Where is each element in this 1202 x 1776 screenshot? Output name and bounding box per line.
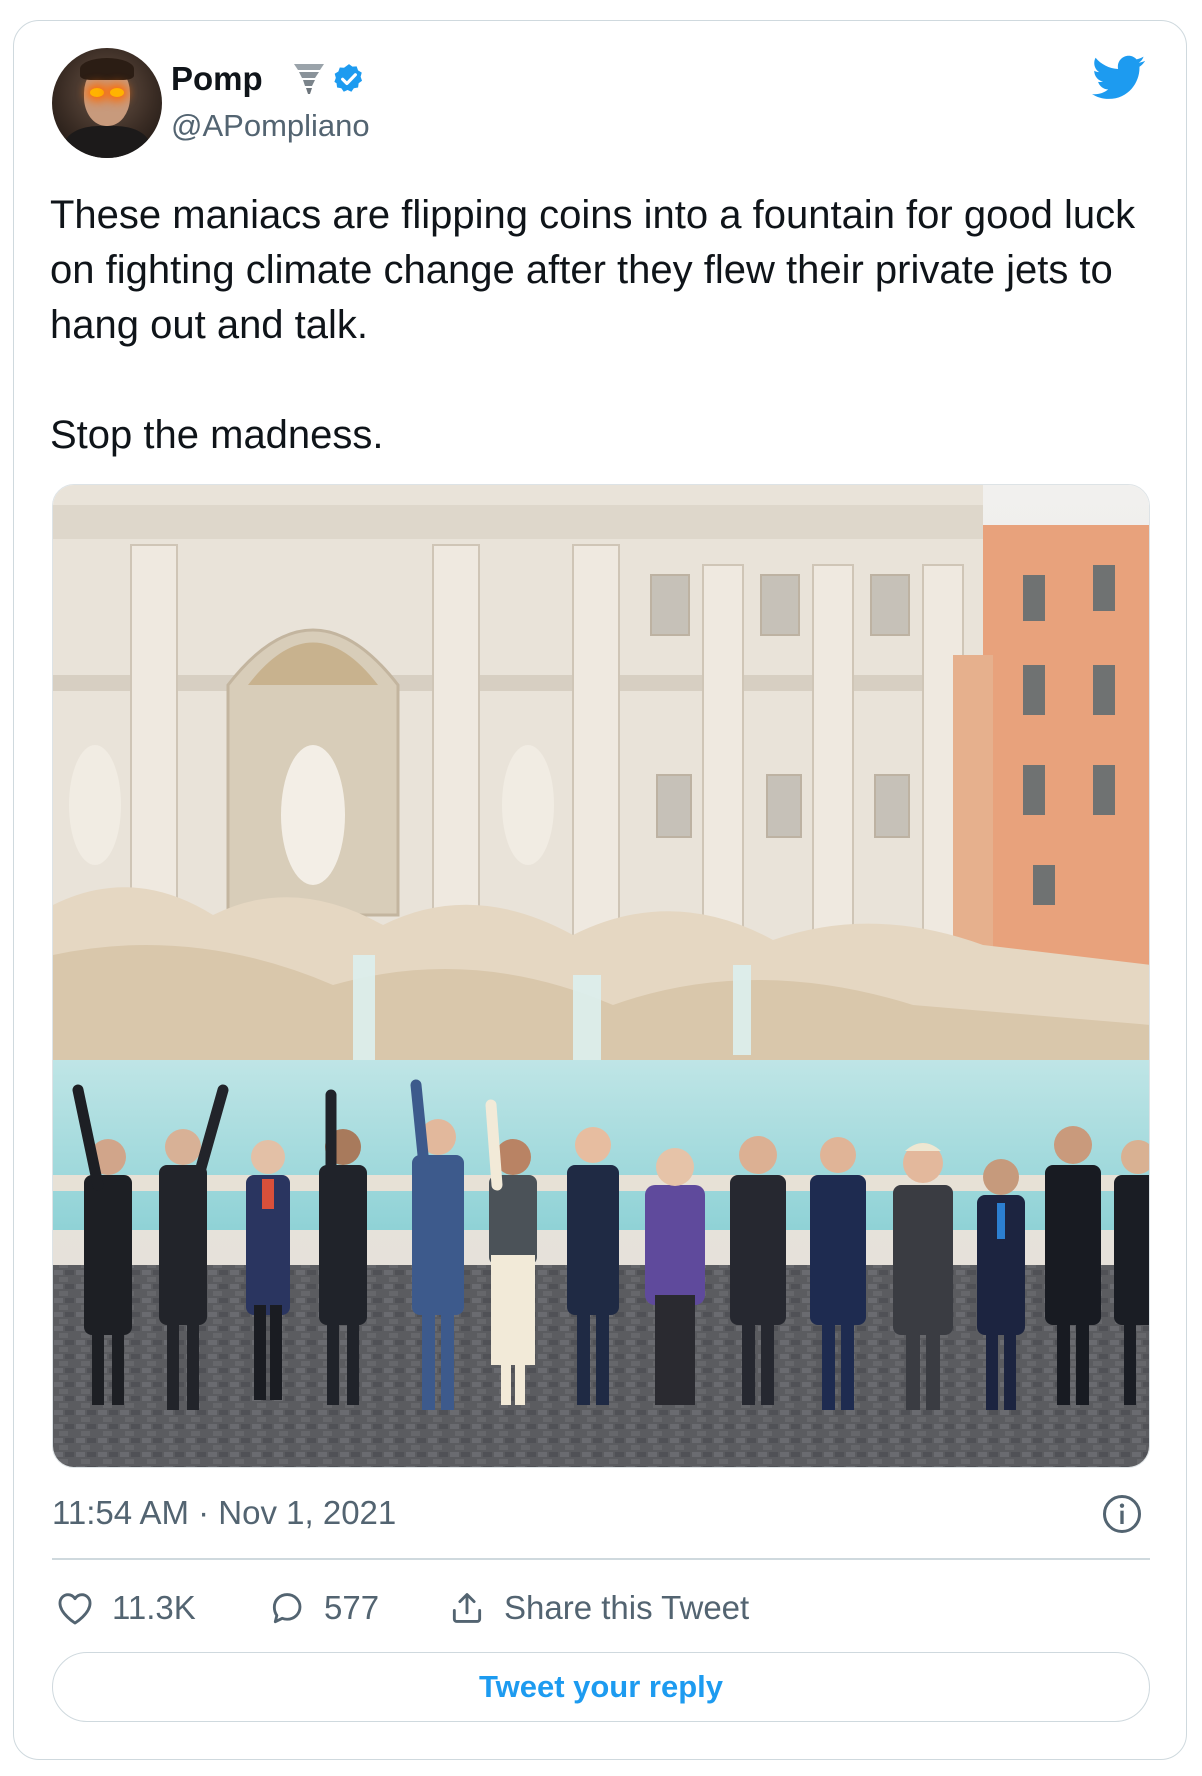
twitter-bird-icon[interactable] [1092, 55, 1146, 101]
share-icon [452, 1593, 482, 1623]
author-name[interactable]: Pomp [171, 60, 263, 98]
like-button[interactable]: 11.3K [56, 1586, 196, 1630]
divider [52, 1558, 1150, 1560]
share-button[interactable]: Share this Tweet [448, 1586, 749, 1630]
author-handle[interactable]: @APompliano [171, 108, 370, 144]
tornado-icon [294, 64, 324, 94]
tweet-timestamp[interactable]: 11:54 AM · Nov 1, 2021 [52, 1494, 396, 1532]
verified-badge-icon [334, 64, 363, 92]
reply-button-label: Tweet your reply [478, 1669, 724, 1704]
reply-button[interactable]: 577 [268, 1586, 379, 1630]
info-icon[interactable] [1102, 1494, 1142, 1534]
tweet-photo[interactable] [52, 484, 1150, 1468]
like-count: 11.3K [112, 1589, 196, 1626]
reply-count: 577 [324, 1589, 380, 1626]
comment-icon [272, 1593, 302, 1624]
avatar[interactable] [52, 48, 162, 158]
heart-icon [58, 1593, 92, 1625]
trevi-fountain-photo [53, 485, 1149, 1467]
share-label: Share this Tweet [504, 1589, 750, 1626]
tweet-your-reply-button[interactable]: Tweet your reply [52, 1652, 1150, 1722]
tweet-text: These maniacs are flipping coins into a … [50, 193, 1136, 457]
